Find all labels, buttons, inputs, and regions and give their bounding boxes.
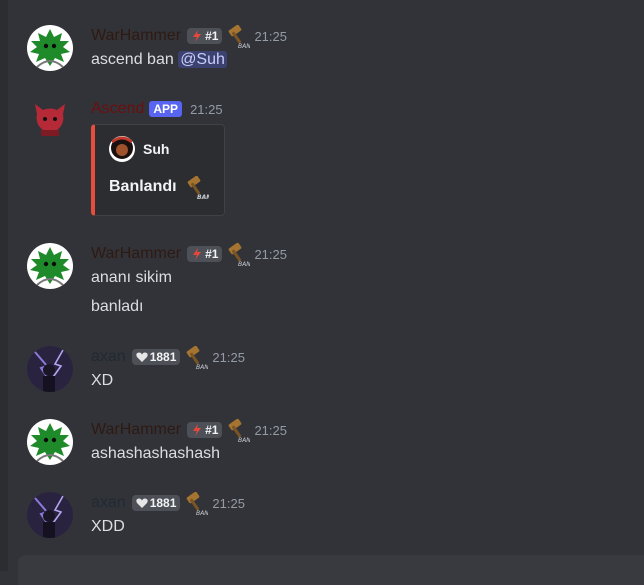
avatar-axan[interactable] xyxy=(27,346,73,392)
avatar-ascend[interactable] xyxy=(27,98,73,144)
author-name[interactable]: WarHammer xyxy=(91,421,181,439)
timestamp[interactable]: 21:25 xyxy=(212,496,245,511)
message-header: WarHammer #1 21:25 xyxy=(91,243,287,265)
message-header: axan 1881 21:25 xyxy=(91,492,245,514)
role-badge[interactable]: #1 xyxy=(187,422,223,438)
message-text: banladı xyxy=(91,298,144,315)
heart-icon xyxy=(136,351,148,363)
ban-hammer-icon xyxy=(185,176,209,200)
author-name[interactable]: axan xyxy=(91,348,126,366)
lightning-icon xyxy=(191,248,203,260)
badge-label: #1 xyxy=(205,29,219,43)
avatar-warhammer[interactable] xyxy=(27,243,73,289)
author-name[interactable]: Ascend xyxy=(91,100,144,118)
role-badge[interactable]: #1 xyxy=(187,28,223,44)
app-tag: APP xyxy=(149,101,183,117)
role-badge[interactable]: #1 xyxy=(187,246,223,262)
ban-hammer-icon xyxy=(226,243,250,267)
message-embed: Suh Banlandı xyxy=(91,124,225,216)
ban-hammer-icon xyxy=(226,25,250,49)
avatar-axan[interactable] xyxy=(27,492,73,538)
ban-hammer-icon xyxy=(184,492,208,516)
author-name[interactable]: WarHammer xyxy=(91,27,181,45)
embed-title: Banlandı xyxy=(109,175,209,199)
timestamp[interactable]: 21:25 xyxy=(254,423,287,438)
timestamp[interactable]: 21:25 xyxy=(254,29,287,44)
lightning-icon xyxy=(191,30,203,42)
ban-hammer-icon xyxy=(226,419,250,443)
message-line: ascend ban xyxy=(91,51,179,68)
message-text: XDD xyxy=(91,518,125,535)
author-name[interactable]: WarHammer xyxy=(91,245,181,263)
message-text: ascend ban @Suh xyxy=(91,49,227,71)
timestamp[interactable]: 21:25 xyxy=(190,102,223,117)
ban-hammer-icon xyxy=(184,346,208,370)
message-header: axan 1881 21:25 xyxy=(91,346,245,368)
message-composer[interactable] xyxy=(18,555,644,585)
timestamp[interactable]: 21:25 xyxy=(212,350,245,365)
message-header: WarHammer #1 21:25 xyxy=(91,419,287,441)
embed-author-name: Suh xyxy=(143,141,170,157)
badge-label: 1881 xyxy=(149,496,177,510)
embed-title-text: Banlandı xyxy=(109,178,177,195)
avatar-warhammer[interactable] xyxy=(27,419,73,465)
role-badge[interactable]: 1881 xyxy=(131,349,181,365)
user-mention[interactable]: @Suh xyxy=(178,51,227,68)
message-header: WarHammer #1 21:25 xyxy=(91,25,287,47)
heart-icon xyxy=(136,497,148,509)
badge-label: #1 xyxy=(205,247,219,261)
badge-label: 1881 xyxy=(149,350,177,364)
message-text: ashashashashash xyxy=(91,445,220,462)
sidebar-edge xyxy=(0,0,8,571)
embed-author-avatar xyxy=(109,136,135,162)
embed-author[interactable]: Suh xyxy=(109,136,169,162)
badge-label: #1 xyxy=(205,423,219,437)
message-text: ananı sikim xyxy=(91,269,172,286)
lightning-icon xyxy=(191,424,203,436)
role-badge[interactable]: 1881 xyxy=(131,495,181,511)
author-name[interactable]: axan xyxy=(91,494,126,512)
message-header: Ascend APP 21:25 xyxy=(91,98,223,120)
avatar-warhammer[interactable] xyxy=(27,25,73,71)
timestamp[interactable]: 21:25 xyxy=(254,247,287,262)
message-text: XD xyxy=(91,372,114,389)
